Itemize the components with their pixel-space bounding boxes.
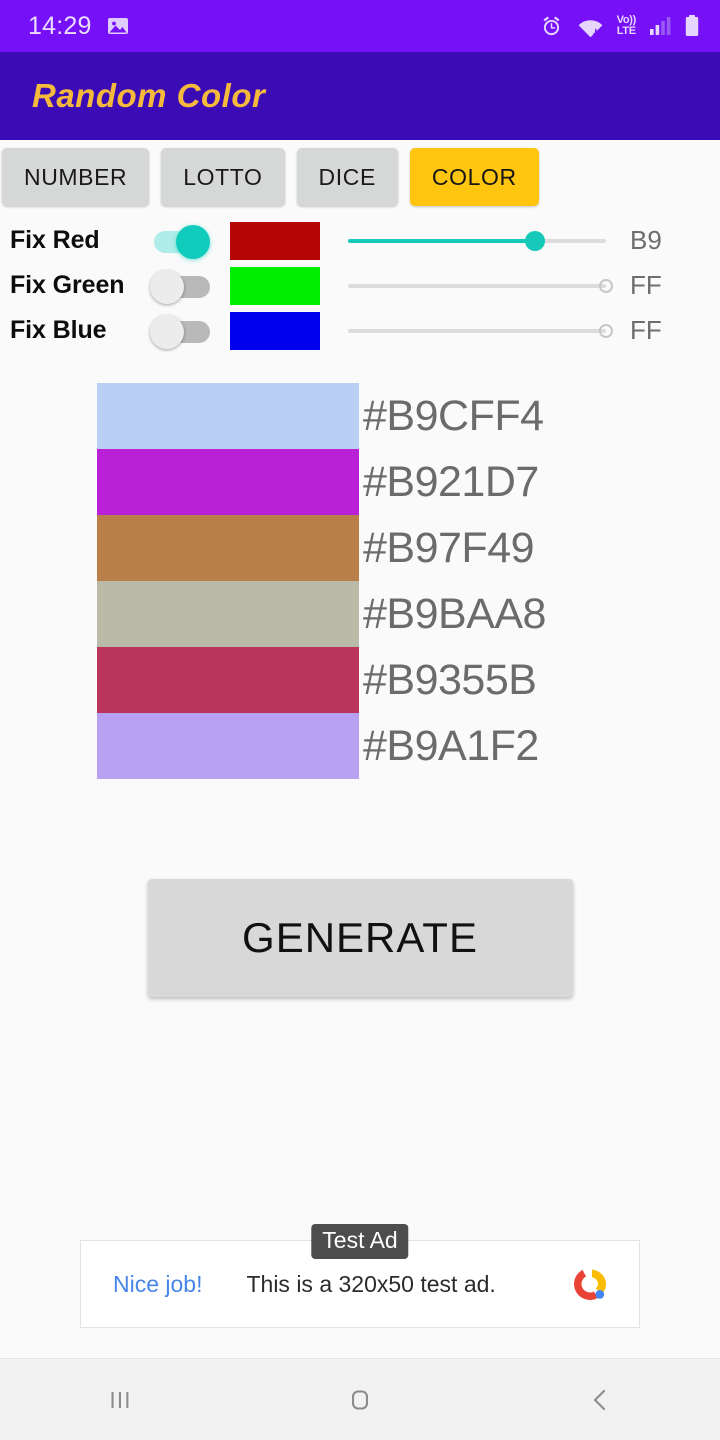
- image-icon: [106, 14, 130, 38]
- color-swatch: [97, 647, 359, 713]
- app-bar: Random Color: [0, 52, 720, 140]
- color-list-item[interactable]: #B9A1F2: [97, 713, 622, 779]
- color-swatch: [97, 383, 359, 449]
- color-hex-label: #B921D7: [363, 457, 539, 506]
- volte-icon: Vo)) LTE: [616, 14, 637, 37]
- recents-icon[interactable]: [0, 1359, 240, 1440]
- back-icon[interactable]: [480, 1359, 720, 1440]
- color-swatch: [97, 449, 359, 515]
- color-list-item[interactable]: #B9CFF4: [97, 383, 622, 449]
- status-bar-left: 14:29: [28, 12, 130, 41]
- fix-blue-label: Fix Blue: [10, 316, 107, 344]
- color-list-item[interactable]: #B9355B: [97, 647, 622, 713]
- red-slider[interactable]: [348, 221, 606, 261]
- admob-logo-icon: [567, 1261, 639, 1307]
- ad-banner[interactable]: Test Ad Nice job! This is a 320x50 test …: [80, 1224, 640, 1328]
- fix-red-label: Fix Red: [10, 226, 100, 254]
- fix-row-red: Fix Red B9: [0, 218, 720, 263]
- color-swatch: [97, 515, 359, 581]
- wifi-icon: [577, 14, 604, 39]
- color-hex-label: #B97F49: [363, 523, 535, 572]
- fix-row-green: Fix Green FF: [0, 263, 720, 308]
- color-list-item[interactable]: #B921D7: [97, 449, 622, 515]
- slider-thumb[interactable]: [599, 278, 613, 293]
- red-hex-value: B9: [630, 225, 662, 255]
- switch-thumb: [150, 269, 184, 304]
- color-swatch: [97, 713, 359, 779]
- color-hex-label: #B9BAA8: [363, 589, 546, 638]
- ad-link-text[interactable]: Nice job!: [113, 1271, 202, 1298]
- color-swatch: [97, 581, 359, 647]
- tab-lotto[interactable]: LOTTO: [161, 148, 285, 206]
- slider-thumb[interactable]: [599, 323, 613, 338]
- switch-thumb: [176, 224, 210, 259]
- blue-channel-swatch: [230, 311, 320, 350]
- status-bar: 14:29 Vo)) LTE: [0, 0, 720, 52]
- tab-bar: NUMBER LOTTO DICE COLOR: [0, 140, 720, 212]
- red-channel-swatch: [230, 221, 320, 260]
- tab-color[interactable]: COLOR: [409, 148, 539, 206]
- color-list-item[interactable]: #B9BAA8: [97, 581, 622, 647]
- status-bar-right: Vo)) LTE: [539, 14, 700, 39]
- color-hex-label: #B9A1F2: [363, 721, 539, 770]
- color-hex-label: #B9355B: [363, 655, 537, 704]
- fix-blue-switch[interactable]: [150, 310, 220, 352]
- slider-thumb[interactable]: [525, 230, 546, 251]
- ad-body-text: This is a 320x50 test ad.: [246, 1270, 496, 1297]
- green-slider[interactable]: [348, 266, 613, 306]
- green-hex-value: FF: [630, 270, 662, 300]
- fix-green-label: Fix Green: [10, 271, 125, 299]
- system-nav-bar: [0, 1358, 720, 1440]
- page-title: Random Color: [32, 77, 266, 114]
- fix-channels-panel: Fix Red B9 Fix Green FF Fix Blue FF: [0, 212, 720, 357]
- ad-test-badge: Test Ad: [311, 1224, 409, 1259]
- fix-red-switch[interactable]: [150, 220, 220, 262]
- slider-track: [348, 283, 606, 288]
- home-icon[interactable]: [240, 1359, 480, 1440]
- slider-track: [348, 328, 606, 333]
- tab-dice[interactable]: DICE: [296, 148, 398, 206]
- battery-icon: [684, 14, 700, 38]
- ad-area: Test Ad Nice job! This is a 320x50 test …: [0, 1224, 720, 1358]
- alarm-icon: [539, 14, 564, 39]
- generated-color-list: #B9CFF4 #B921D7 #B97F49 #B9BAA8 #B9355B #B9A1…: [97, 383, 622, 779]
- generate-button[interactable]: GENERATE: [147, 879, 573, 997]
- color-list-item[interactable]: #B97F49: [97, 515, 622, 581]
- generate-area: GENERATE: [0, 779, 720, 1240]
- switch-thumb: [150, 314, 184, 349]
- phone-screen: 14:29 Vo)) LTE Random Color NUMBER LOTTO…: [0, 0, 720, 1440]
- status-time: 14:29: [28, 11, 92, 40]
- blue-slider[interactable]: [348, 311, 613, 351]
- color-hex-label: #B9CFF4: [363, 391, 544, 440]
- slider-fill: [348, 238, 536, 243]
- blue-hex-value: FF: [630, 315, 662, 345]
- fix-green-switch[interactable]: [150, 265, 220, 307]
- signal-icon: [649, 15, 671, 37]
- tab-number[interactable]: NUMBER: [2, 148, 150, 206]
- green-channel-swatch: [230, 266, 320, 305]
- fix-row-blue: Fix Blue FF: [0, 308, 720, 353]
